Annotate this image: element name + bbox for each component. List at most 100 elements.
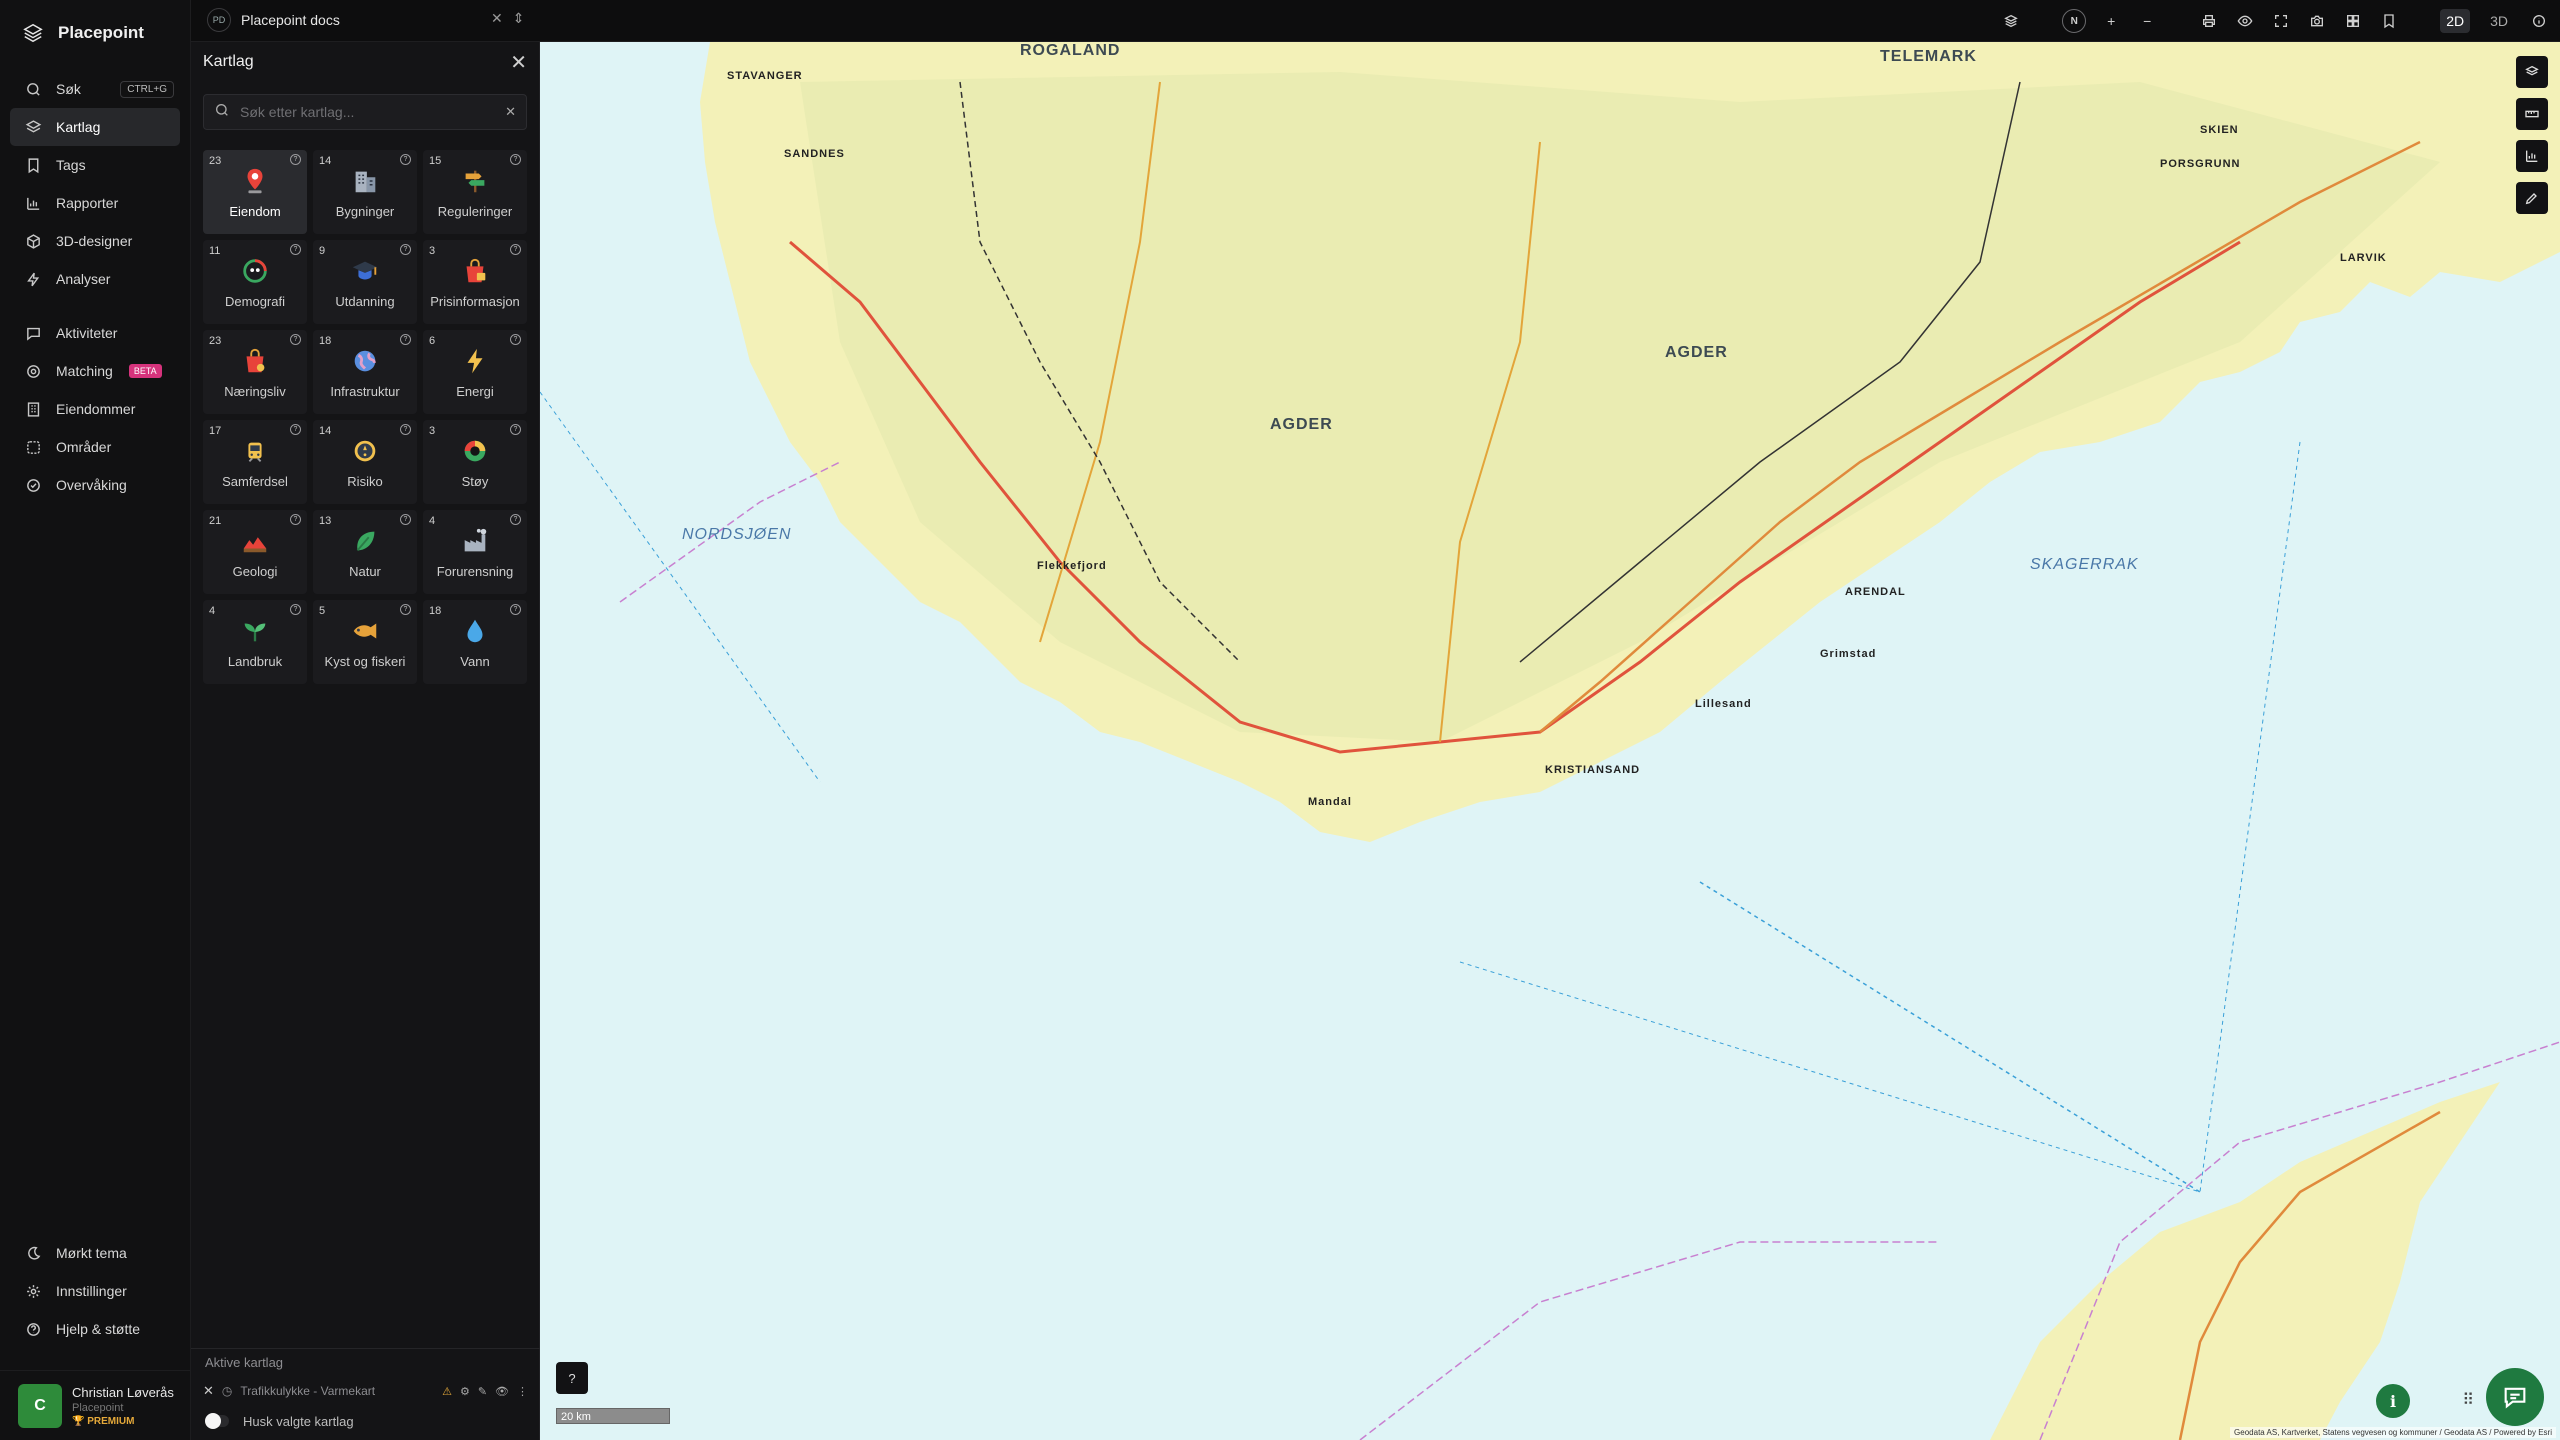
info-icon[interactable]: ? bbox=[290, 334, 301, 345]
layer-tile-geologi[interactable]: 21? Geologi bbox=[203, 510, 307, 594]
info-icon[interactable]: ? bbox=[510, 154, 521, 165]
layer-tile-eiendom[interactable]: 23? Eiendom bbox=[203, 150, 307, 234]
mode-3d-button[interactable]: 3D bbox=[2484, 9, 2514, 33]
layer-tile-landbruk[interactable]: 4? Landbruk bbox=[203, 600, 307, 684]
drag-handle-icon[interactable]: ⠿ bbox=[2462, 1390, 2474, 1410]
compass-button[interactable]: N bbox=[2062, 9, 2087, 33]
layer-tile-vann[interactable]: 18? Vann bbox=[423, 600, 527, 684]
visibility-icon[interactable]: 👁 bbox=[495, 1385, 509, 1398]
map-help-button[interactable]: ? bbox=[556, 1362, 588, 1394]
nav-item-matching[interactable]: Matching BETA bbox=[10, 352, 180, 390]
nav-item-analyser[interactable]: Analyser bbox=[10, 260, 180, 298]
mode-2d-button[interactable]: 2D bbox=[2440, 9, 2471, 33]
close-icon[interactable]: ✕ bbox=[510, 50, 527, 75]
zoom-in-icon[interactable]: + bbox=[2100, 10, 2122, 32]
user-card[interactable]: C Christian Løverås Placepoint 🏆 PREMIUM bbox=[0, 1370, 191, 1440]
warning-icon[interactable]: ⚠ bbox=[442, 1385, 452, 1398]
brand[interactable]: Placepoint bbox=[0, 0, 190, 66]
info-icon[interactable]: ? bbox=[400, 154, 411, 165]
clear-icon[interactable]: ✕ bbox=[505, 104, 516, 120]
layer-tile-reguleringer[interactable]: 15? Reguleringer bbox=[423, 150, 527, 234]
settings-icon[interactable]: ⚙ bbox=[460, 1385, 470, 1398]
info-icon[interactable]: ? bbox=[510, 604, 521, 615]
leaf-icon bbox=[349, 525, 381, 557]
tile-label: Energi bbox=[456, 384, 494, 399]
remove-layer-icon[interactable]: ✕ bbox=[203, 1383, 214, 1399]
info-icon[interactable]: ? bbox=[400, 334, 411, 345]
info-icon[interactable]: ? bbox=[290, 244, 301, 255]
edit-icon[interactable]: ✎ bbox=[478, 1385, 487, 1398]
camera-icon[interactable] bbox=[2306, 10, 2328, 32]
layer-tile-risiko[interactable]: 14? Risiko bbox=[313, 420, 417, 504]
gear-icon bbox=[24, 1282, 42, 1300]
statistics-button[interactable] bbox=[2516, 140, 2548, 172]
layer-tile-demografi[interactable]: 11? Demografi bbox=[203, 240, 307, 324]
nav-item-rapporter[interactable]: Rapporter bbox=[10, 184, 180, 222]
nav-item-dark-theme[interactable]: Mørkt tema bbox=[10, 1234, 180, 1272]
info-icon[interactable]: ? bbox=[400, 424, 411, 435]
layer-tile-natur[interactable]: 13? Natur bbox=[313, 510, 417, 594]
nav-item-omrader[interactable]: Områder bbox=[10, 428, 180, 466]
nav-item-label: Områder bbox=[56, 439, 112, 455]
measure-button[interactable] bbox=[2516, 98, 2548, 130]
layer-tile-støy[interactable]: 3? Støy bbox=[423, 420, 527, 504]
project-selector[interactable]: PD Placepoint docs bbox=[207, 8, 340, 32]
nav-item-settings[interactable]: Innstillinger bbox=[10, 1272, 180, 1310]
info-button[interactable]: i bbox=[2376, 1384, 2410, 1418]
layers-stack-icon[interactable] bbox=[2000, 10, 2022, 32]
active-layers-title: Aktive kartlag bbox=[205, 1355, 284, 1370]
layer-tile-næringsliv[interactable]: 23? Næringsliv bbox=[203, 330, 307, 414]
nav-item-kartlag[interactable]: Kartlag bbox=[10, 108, 180, 146]
nav-item-aktiviteter[interactable]: Aktiviteter bbox=[10, 314, 180, 352]
fullscreen-icon[interactable] bbox=[2270, 10, 2292, 32]
layer-tile-prisinformasjon[interactable]: 3? Prisinformasjon bbox=[423, 240, 527, 324]
layer-search-input[interactable] bbox=[240, 104, 496, 120]
info-icon[interactable]: ? bbox=[290, 604, 301, 615]
bookmark-icon[interactable] bbox=[2378, 10, 2400, 32]
more-icon[interactable]: ⋮ bbox=[517, 1385, 528, 1398]
layer-tile-forurensning[interactable]: 4? Forurensning bbox=[423, 510, 527, 594]
info-icon[interactable]: ? bbox=[510, 424, 521, 435]
risk-icon bbox=[349, 435, 381, 467]
layer-tile-infrastruktur[interactable]: 18? Infrastruktur bbox=[313, 330, 417, 414]
info-icon[interactable]: ? bbox=[290, 514, 301, 525]
nav-item-3d-designer[interactable]: 3D-designer bbox=[10, 222, 180, 260]
tile-count: 17 bbox=[209, 425, 222, 437]
tile-count: 3 bbox=[429, 425, 436, 437]
layer-tile-utdanning[interactable]: 9? Utdanning bbox=[313, 240, 417, 324]
layer-tile-samferdsel[interactable]: 17? Samferdsel bbox=[203, 420, 307, 504]
remember-toggle[interactable] bbox=[205, 1413, 229, 1429]
user-org: Placepoint bbox=[72, 1401, 124, 1414]
print-icon[interactable] bbox=[2198, 10, 2220, 32]
chevron-up-down-icon[interactable]: ⇕ bbox=[513, 10, 525, 27]
info-icon[interactable]: ? bbox=[510, 334, 521, 345]
layer-settings-button[interactable] bbox=[2516, 56, 2548, 88]
globe-icon bbox=[349, 345, 381, 377]
map-canvas[interactable]: STAVANGER ROGALAND TELEMARK AGDER AGDER … bbox=[540, 42, 2560, 1440]
nav-item-search[interactable]: Søk CTRL+G bbox=[10, 70, 180, 108]
info-icon[interactable]: ? bbox=[510, 514, 521, 525]
chat-button[interactable] bbox=[2486, 1368, 2544, 1426]
info-icon[interactable]: ? bbox=[400, 514, 411, 525]
info-icon[interactable]: ? bbox=[290, 424, 301, 435]
nav-item-help[interactable]: Hjelp & støtte bbox=[10, 1310, 180, 1348]
nav-item-label: Rapporter bbox=[56, 195, 119, 211]
draw-button[interactable] bbox=[2516, 182, 2548, 214]
zoom-out-icon[interactable]: − bbox=[2136, 10, 2158, 32]
grid-icon[interactable] bbox=[2342, 10, 2364, 32]
info-icon[interactable] bbox=[2528, 10, 2550, 32]
nav-item-overvaking[interactable]: Overvåking bbox=[10, 466, 180, 504]
map-label-telemark: TELEMARK bbox=[1880, 48, 1977, 65]
info-icon[interactable]: ? bbox=[290, 154, 301, 165]
info-icon[interactable]: ? bbox=[510, 244, 521, 255]
eye-icon[interactable] bbox=[2234, 10, 2256, 32]
nav-item-eiendommer[interactable]: Eiendommer bbox=[10, 390, 180, 428]
info-icon[interactable]: ? bbox=[400, 244, 411, 255]
layer-tile-energi[interactable]: 6? Energi bbox=[423, 330, 527, 414]
plan-label: PREMIUM bbox=[87, 1415, 135, 1427]
layer-tile-bygninger[interactable]: 14? Bygninger bbox=[313, 150, 417, 234]
nav-item-tags[interactable]: Tags bbox=[10, 146, 180, 184]
close-icon[interactable]: ✕ bbox=[491, 10, 503, 27]
layer-tile-kyst-og-fiskeri[interactable]: 5? Kyst og fiskeri bbox=[313, 600, 417, 684]
info-icon[interactable]: ? bbox=[400, 604, 411, 615]
